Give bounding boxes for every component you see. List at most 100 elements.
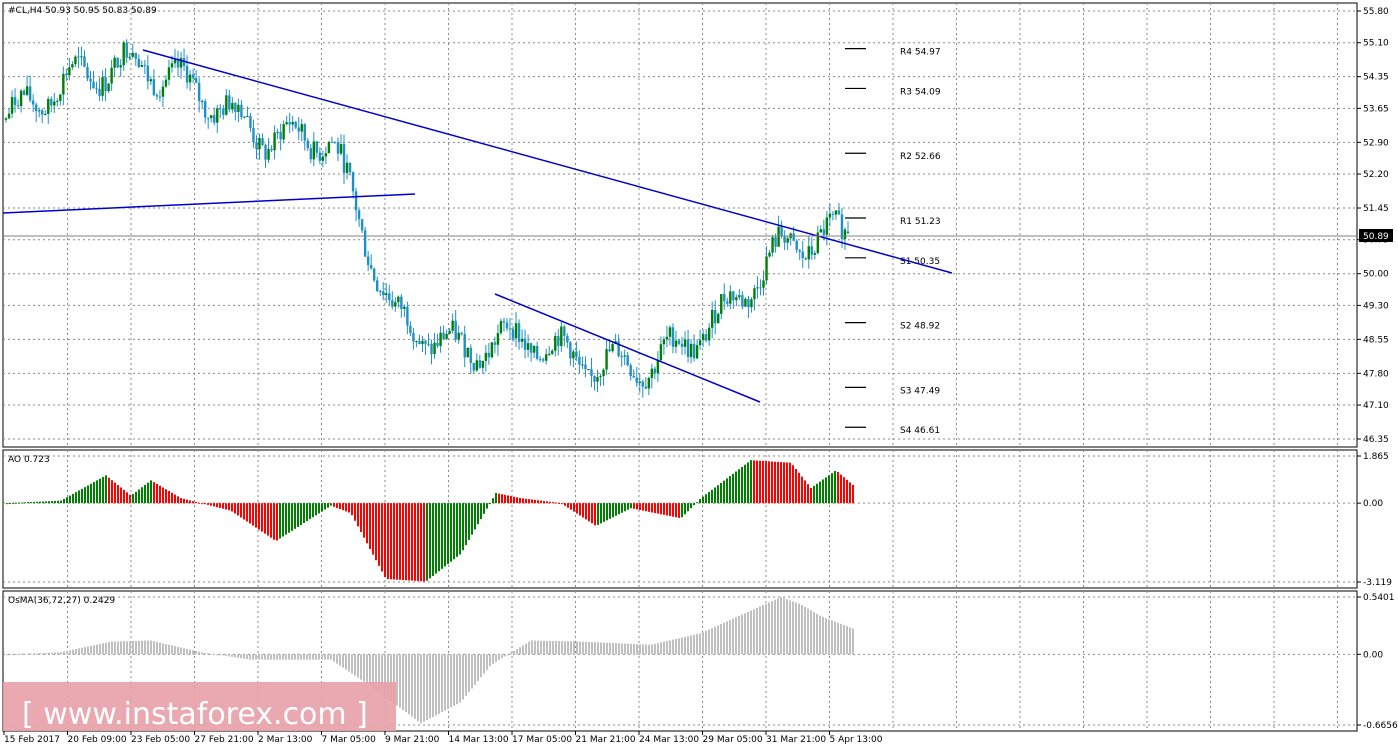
candle-body [4,118,8,120]
osma-bar [753,609,755,655]
ao-bar [345,503,347,512]
ao-bar [372,503,374,555]
ao-bar [624,503,626,512]
ao-bar [678,503,680,518]
osma-bar [363,654,365,682]
candle-body [632,375,635,378]
osma-bar [498,654,500,661]
ao-bar [402,503,404,581]
candle-body [354,191,358,211]
candle-body [237,104,240,112]
ao-bar [561,503,563,505]
osma-bar [666,641,668,655]
osma-bar [432,654,434,717]
ao-bar [90,483,92,504]
osma-bar [732,618,734,655]
candle-body [650,368,654,378]
ao-bar [318,503,320,514]
price-tick-label: 52.20 [1363,170,1389,180]
candle-body [44,114,47,116]
trading-chart[interactable]: R4 54.97 R3 54.09 R2 52.66 R1 51.23 S1 50.35… [0,0,1398,750]
ao-bar [129,494,131,504]
ao-bar [432,503,434,576]
candle-body [430,343,433,355]
ao-bar [408,503,410,581]
ao-bar [42,501,44,504]
osma-bar [318,654,320,660]
ao-bar [294,503,296,529]
ao-bar [396,503,398,580]
candle-body [394,302,397,307]
candle-body [499,321,503,334]
ao-bar [723,480,725,504]
candle-body [695,345,699,359]
ao-bar [585,503,587,520]
ao-bar [69,495,71,504]
candle-body [372,268,376,281]
osma-bar [330,654,332,660]
candle-body [593,376,596,382]
osma-bar [345,654,347,670]
candle-body [276,131,279,133]
ao-bar [237,503,239,516]
candle-body [689,343,693,357]
ao-bar [216,503,218,508]
ao-bar [120,487,122,504]
ao-bar [825,477,827,504]
ao-bar [621,503,623,513]
osma-bar [180,647,182,655]
osma-bar [33,653,35,655]
ao-bar [519,497,521,504]
osma-bar [66,650,68,655]
osma-bar [270,654,272,660]
osma-bar [816,613,818,655]
osma-bar [777,598,779,655]
osma-bar [528,641,530,655]
ao-bar [141,487,143,504]
osma-bar [594,642,596,655]
osma-bar [258,654,260,660]
ao-bar [528,499,530,504]
osma-bar [795,602,797,655]
candle-body [605,349,608,370]
ao-bar [699,499,701,504]
ao-bar [219,503,221,508]
candle-body [246,116,249,118]
candle-body [116,57,119,68]
candle-body [324,153,328,157]
ao-bar [450,503,452,562]
osma-bar [462,654,464,700]
osma-bar [453,654,455,706]
candle-body [704,334,708,341]
osma-bar [630,643,632,655]
osma-bar [96,644,98,655]
candle-body [611,344,614,352]
osma-bar [186,648,188,655]
osma-bar [63,651,65,655]
osma-bar [402,654,404,710]
ao-bar [222,503,224,509]
candle-body [294,121,297,128]
osma-bar [312,654,314,660]
ao-bar [96,480,98,504]
candle-body [683,339,687,347]
osma-bar [333,654,335,662]
osma-bar [210,653,212,655]
ao-tick-label: -3.119 [1363,578,1392,588]
candle-body [575,351,578,357]
osma-bar [399,654,401,708]
candle-body [810,246,813,255]
osma-bar [174,646,176,655]
osma-bar [6,654,8,656]
candle-body [267,148,270,160]
price-tick-label: 55.80 [1363,7,1389,17]
candle-body [222,108,225,115]
osma-bar [408,654,410,715]
candle-body [412,332,415,342]
candle-body [119,65,122,68]
candle-body [74,56,77,65]
ao-bar [648,503,650,512]
osma-bar [18,653,20,655]
ao-bar [636,503,638,510]
candle-body [258,138,261,150]
